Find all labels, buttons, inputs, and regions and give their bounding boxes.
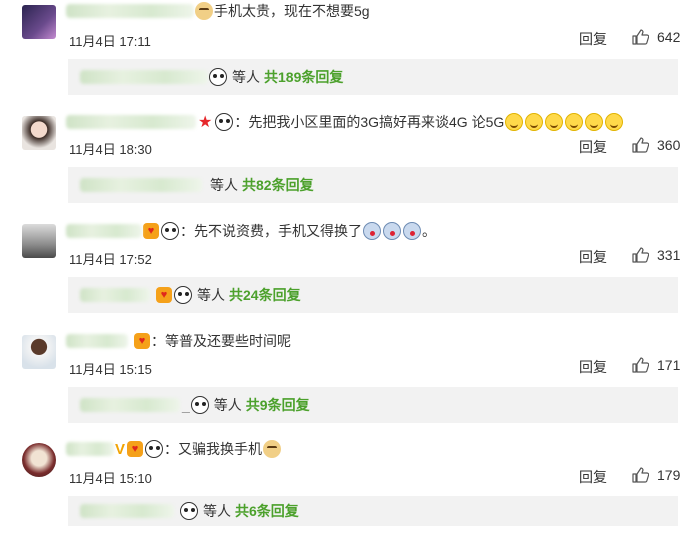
thumbs-up-icon [632, 357, 649, 373]
smile-emoji-icon [525, 113, 544, 131]
comment-header: 手机太贵，现在不想要5g [66, 0, 370, 22]
replies-count-link[interactable]: 共24条回复 [229, 285, 301, 305]
reply-users-blurred [80, 398, 180, 412]
doge-emoji-icon [263, 440, 282, 458]
user-avatar[interactable] [22, 224, 56, 258]
like-button[interactable]: 179 [632, 467, 680, 483]
thumbs-up-icon [632, 247, 649, 263]
panda-emoji-icon [190, 396, 209, 414]
like-count: 642 [657, 29, 681, 45]
replies-summary[interactable]: 等人 共6条回复 [68, 496, 678, 526]
heart-badge-icon: ♥ [134, 333, 150, 349]
comment-text: ：先不说资费，手机又得换了 [180, 223, 362, 239]
thumbs-up-icon [632, 29, 649, 45]
v-badge-icon: V [115, 440, 126, 458]
like-button[interactable]: 171 [632, 357, 680, 373]
comment-header: ♥ ：先不说资费，手机又得换了 。 [66, 220, 436, 242]
reply-button[interactable]: 回复 [579, 247, 607, 267]
replies-summary[interactable]: ♥ 等人 共24条回复 [68, 277, 678, 313]
reply-button[interactable]: 回复 [579, 137, 607, 157]
replies-people: 等人 [232, 69, 260, 85]
shock-emoji-icon [403, 222, 421, 240]
comment-header: ★ ：先把我小区里面的3G搞好再来谈4G 论5G [66, 111, 624, 133]
like-button[interactable]: 331 [632, 247, 680, 263]
comment-text: 手机太贵，现在不想要5g [214, 3, 370, 19]
comment-header: V ♥ ：又骗我换手机 [66, 438, 282, 460]
thumbs-up-icon [632, 467, 649, 483]
replies-people: 等人 [197, 287, 225, 303]
replies-summary[interactable]: _ 等人 共9条回复 [68, 387, 678, 423]
replies-summary[interactable]: 等人 共189条回复 [68, 59, 678, 95]
user-avatar[interactable] [22, 5, 56, 39]
smile-emoji-icon [545, 113, 564, 131]
name-separator: _ [182, 397, 190, 413]
reply-users-blurred [80, 70, 208, 84]
username-blurred[interactable] [66, 4, 194, 18]
thumbs-up-icon [632, 137, 649, 153]
heart-badge-icon: ♥ [127, 441, 144, 457]
username-blurred[interactable] [66, 334, 128, 348]
reply-button[interactable]: 回复 [579, 29, 607, 49]
user-avatar[interactable] [22, 116, 56, 150]
reply-users-blurred [80, 288, 150, 302]
comment-item: ★ ：先把我小区里面的3G搞好再来谈4G 论5G 11月4日 18:30 回复 … [0, 110, 700, 220]
replies-count-link[interactable]: 共189条回复 [264, 67, 343, 87]
shock-emoji-icon [383, 222, 401, 240]
comment-date: 11月4日 15:10 [69, 471, 152, 486]
panda-emoji-icon [209, 68, 227, 86]
replies-people: 等人 [203, 503, 231, 519]
comment-text: ：又骗我换手机 [164, 441, 263, 457]
username-blurred[interactable] [66, 442, 114, 456]
comment-item: ♥ ：等普及还要些时间呢 11月4日 15:15 回复 171 _ 等人 共9条… [0, 330, 700, 440]
replies-people: 等人 [210, 177, 238, 193]
user-avatar[interactable] [22, 335, 56, 369]
comment-header: ♥ ：等普及还要些时间呢 [66, 330, 291, 352]
comment-item: ♥ ：先不说资费，手机又得换了 。 11月4日 17:52 回复 331 ♥ 等… [0, 220, 700, 330]
star-badge-icon: ★ [198, 114, 213, 131]
reply-button[interactable]: 回复 [579, 357, 607, 377]
replies-summary[interactable]: 等人 共82条回复 [68, 167, 678, 203]
username-blurred[interactable] [66, 224, 142, 238]
panda-emoji-icon [161, 222, 179, 240]
panda-emoji-icon [180, 502, 198, 520]
like-button[interactable]: 642 [632, 29, 680, 45]
comment-item: 手机太贵，现在不想要5g 11月4日 17:11 回复 642 等人 共189条… [0, 0, 700, 110]
smile-emoji-icon [565, 113, 584, 131]
panda-emoji-icon [215, 113, 234, 131]
replies-count-link[interactable]: 共6条回复 [235, 501, 299, 521]
like-count: 331 [657, 247, 681, 263]
like-count: 360 [657, 137, 681, 153]
comment-item: V ♥ ：又骗我换手机 11月4日 15:10 回复 179 等人 共6条回复 [0, 438, 700, 548]
doge-emoji-icon [195, 2, 213, 20]
like-count: 179 [657, 467, 681, 483]
replies-count-link[interactable]: 共9条回复 [246, 395, 310, 415]
comment-date: 11月4日 17:52 [69, 252, 152, 267]
comment-date: 11月4日 15:15 [69, 362, 152, 377]
like-button[interactable]: 360 [632, 137, 680, 153]
comment-text-tail: 。 [422, 223, 436, 239]
shock-emoji-icon [363, 222, 381, 240]
replies-count-link[interactable]: 共82条回复 [242, 175, 314, 195]
user-avatar[interactable] [22, 443, 56, 477]
smile-emoji-icon [585, 113, 604, 131]
comment-date: 11月4日 17:11 [69, 34, 151, 49]
reply-users-blurred [80, 178, 202, 192]
panda-emoji-icon [174, 286, 192, 304]
like-count: 171 [657, 357, 681, 373]
heart-badge-icon: ♥ [156, 287, 172, 303]
smile-emoji-icon [605, 113, 624, 131]
username-blurred[interactable] [66, 115, 196, 129]
reply-button[interactable]: 回复 [579, 467, 607, 487]
comment-date: 11月4日 18:30 [69, 142, 152, 157]
replies-people: 等人 [213, 397, 242, 413]
panda-emoji-icon [145, 440, 164, 458]
comment-text: ：先把我小区里面的3G搞好再来谈4G 论5G [234, 114, 505, 130]
heart-badge-icon: ♥ [143, 223, 159, 239]
smile-emoji-icon [505, 113, 524, 131]
comment-text: ：等普及还要些时间呢 [151, 333, 291, 349]
reply-users-blurred [80, 504, 174, 518]
